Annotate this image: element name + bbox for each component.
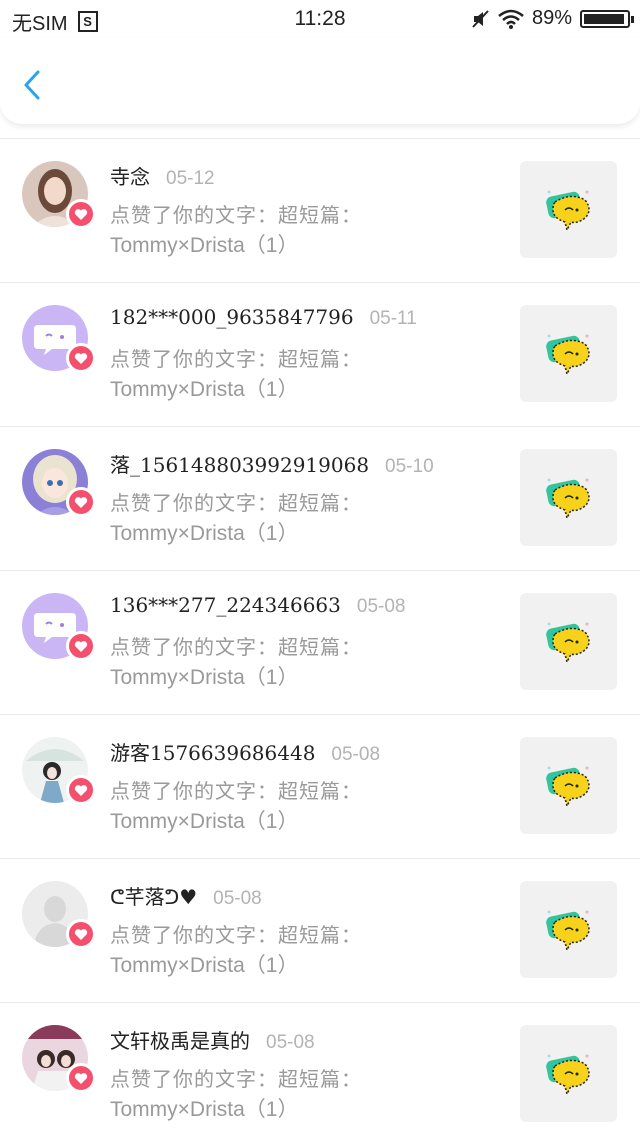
action-text: 点赞了你的文字：超短篇： xyxy=(110,347,362,371)
username[interactable]: 游客1576639686448 xyxy=(110,741,315,765)
content-thumbnail[interactable] xyxy=(520,1025,617,1122)
content-thumbnail[interactable] xyxy=(520,737,617,834)
username[interactable]: 文轩极禹是真的 xyxy=(110,1029,250,1053)
chat-bubble-icon xyxy=(545,190,590,232)
content-thumbnail[interactable] xyxy=(520,593,617,690)
content-title[interactable]: Tommy×Drista（1） xyxy=(110,661,298,691)
chat-bubble-icon xyxy=(545,478,590,520)
list-item[interactable]: 游客1576639686448 05-08 点赞了你的文字：超短篇： Tommy×… xyxy=(0,714,640,858)
battery-icon xyxy=(580,9,634,28)
status-bar: 无SIM S 11:28 89% xyxy=(0,0,640,38)
content-title[interactable]: Tommy×Drista（1） xyxy=(110,517,298,547)
content-thumbnail[interactable] xyxy=(520,881,617,978)
battery-percent: 89% xyxy=(531,7,572,29)
username[interactable]: 落_156148803992919068 xyxy=(110,453,369,477)
notification-list: 寺念 05-12 点赞了你的文字：超短篇： Tommy×Drista（1） 18… xyxy=(0,138,640,1146)
content-title[interactable]: Tommy×Drista（1） xyxy=(110,805,298,835)
content-thumbnail[interactable] xyxy=(520,305,617,402)
list-item[interactable]: 落_156148803992919068 05-10 点赞了你的文字：超短篇： T… xyxy=(0,426,640,570)
username[interactable]: 182***000_9635847796 xyxy=(110,305,354,329)
content-title[interactable]: Tommy×Drista（1） xyxy=(110,373,298,403)
action-text: 点赞了你的文字：超短篇： xyxy=(110,779,362,803)
list-item[interactable]: 136***277_224346663 05-08 点赞了你的文字：超短篇： To… xyxy=(0,570,640,714)
date: 05-11 xyxy=(369,308,417,329)
heart-icon xyxy=(66,775,96,805)
heart-icon xyxy=(66,199,96,229)
chat-bubble-icon xyxy=(545,1054,590,1096)
date: 05-12 xyxy=(166,168,215,189)
chat-bubble-icon xyxy=(545,766,590,808)
list-item[interactable]: 寺念 05-12 点赞了你的文字：超短篇： Tommy×Drista（1） xyxy=(0,138,640,282)
chat-bubble-icon xyxy=(545,910,590,952)
heart-icon xyxy=(66,343,96,373)
action-text: 点赞了你的文字：超短篇： xyxy=(110,203,362,227)
content-title[interactable]: Tommy×Drista（1） xyxy=(110,229,298,259)
date: 05-08 xyxy=(213,888,262,909)
heart-icon xyxy=(66,1063,96,1093)
content-thumbnail[interactable] xyxy=(520,449,617,546)
list-item[interactable]: 文轩极禹是真的 05-08 点赞了你的文字：超短篇： Tommy×Drista（1… xyxy=(0,1002,640,1146)
content-title[interactable]: Tommy×Drista（1） xyxy=(110,1093,298,1123)
action-text: 点赞了你的文字：超短篇： xyxy=(110,635,362,659)
username[interactable]: 寺念 xyxy=(110,165,150,189)
list-item[interactable]: ᕦ芊落ᕤ♥ 05-08 点赞了你的文字：超短篇： Tommy×Drista（1） xyxy=(0,858,640,1002)
heart-icon xyxy=(66,631,96,661)
date: 05-08 xyxy=(331,744,381,765)
chat-bubble-icon xyxy=(545,334,590,376)
username[interactable]: ᕦ芊落ᕤ♥ xyxy=(110,885,197,909)
action-text: 点赞了你的文字：超短篇： xyxy=(110,1067,362,1091)
username[interactable]: 136***277_224346663 xyxy=(110,593,341,617)
nav-bar xyxy=(0,38,640,124)
date: 05-08 xyxy=(356,596,406,617)
action-text: 点赞了你的文字：超短篇： xyxy=(110,491,362,515)
date: 05-10 xyxy=(385,456,434,477)
list-item[interactable]: 182***000_9635847796 05-11 点赞了你的文字：超短篇： T… xyxy=(0,282,640,426)
date: 05-08 xyxy=(266,1032,315,1053)
heart-icon xyxy=(66,919,96,949)
content-thumbnail[interactable] xyxy=(520,161,617,258)
chevron-left-icon[interactable] xyxy=(18,70,48,100)
content-title[interactable]: Tommy×Drista（1） xyxy=(110,949,298,979)
heart-icon xyxy=(66,487,96,517)
wifi-icon xyxy=(498,9,524,29)
chat-bubble-icon xyxy=(545,622,590,664)
action-text: 点赞了你的文字：超短篇： xyxy=(110,923,362,947)
mute-icon xyxy=(472,9,489,28)
